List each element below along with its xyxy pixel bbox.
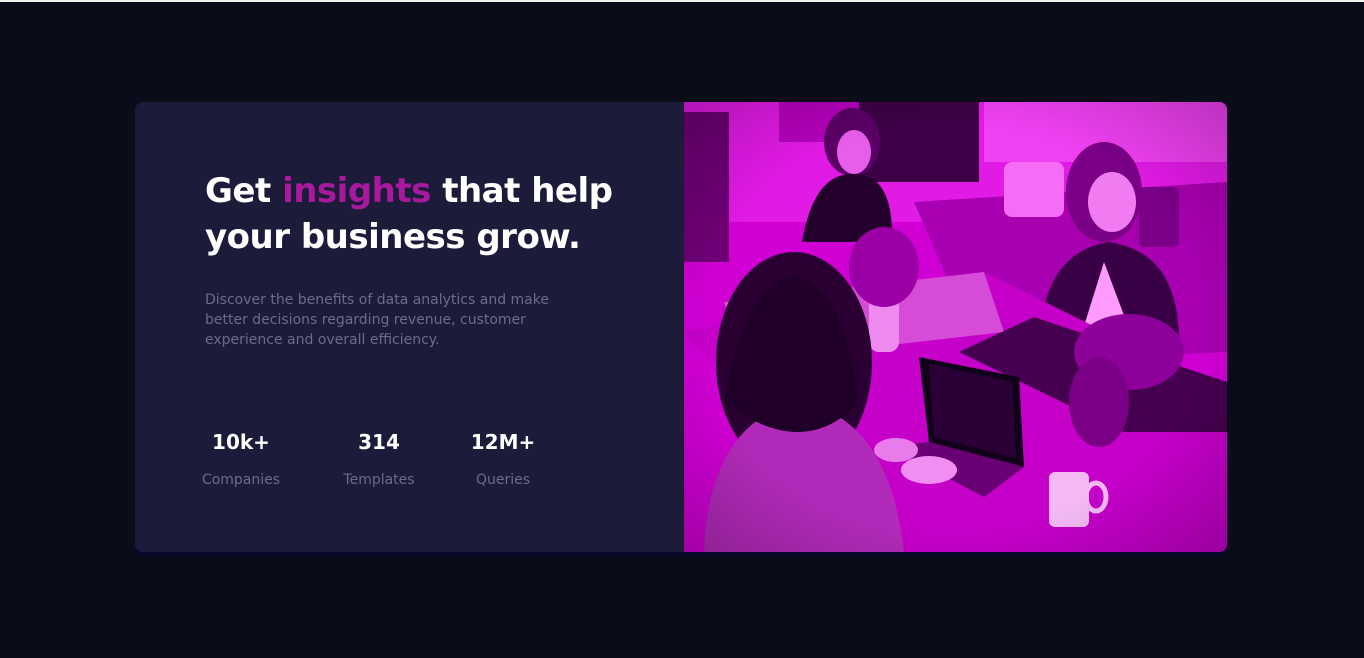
stat-label: Templates (343, 472, 415, 488)
top-border (0, 0, 1364, 2)
stat-label: Companies (201, 472, 281, 488)
stat-label: Queries (475, 472, 531, 488)
headline: Get insights that help your business gro… (205, 168, 635, 260)
stat-value: 314 (358, 430, 400, 454)
stats-preview-card: Get insights that help your business gro… (135, 102, 1227, 552)
headline-accent: insights (282, 171, 431, 211)
office-team-photo (684, 102, 1227, 552)
headline-start: Get (205, 171, 283, 211)
stat-companies: 10k+ Companies (193, 428, 289, 490)
page: Get insights that help your business gro… (0, 0, 1364, 658)
photo-illustration (684, 102, 1227, 552)
stat-value: 12M+ (470, 430, 536, 454)
stat-templates: 314 Templates (333, 428, 425, 490)
card-text-section: Get insights that help your business gro… (135, 102, 684, 552)
description: Discover the benefits of data analytics … (205, 292, 549, 348)
stat-value: 10k+ (212, 430, 270, 454)
stat-queries: 12M+ Queries (461, 428, 545, 490)
